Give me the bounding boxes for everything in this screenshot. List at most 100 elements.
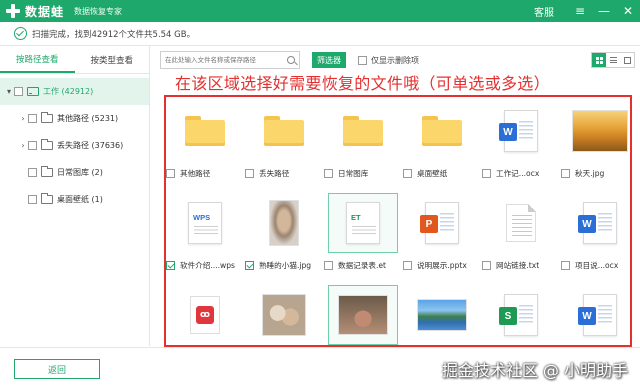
file-item[interactable] <box>245 281 323 345</box>
file-item[interactable]: P 说明展示.pptx <box>403 189 481 281</box>
file-thumbnail[interactable]: S <box>486 285 556 345</box>
file-item[interactable]: W 工作记...ocx <box>482 97 560 189</box>
file-checkbox[interactable] <box>245 261 254 270</box>
autumn-photo-image <box>572 110 628 152</box>
tree-item[interactable]: › 丢失路径 (37636) <box>0 132 149 159</box>
detail-view-button[interactable] <box>620 53 634 67</box>
logo-plus-icon <box>6 4 20 18</box>
check-circle-icon <box>14 27 27 40</box>
file-item[interactable] <box>403 281 481 345</box>
deleted-only-toggle[interactable]: 仅显示删除项 <box>358 55 419 66</box>
tree-checkbox[interactable] <box>28 195 37 204</box>
file-name: 数据记录表.et <box>338 261 387 270</box>
rabbit-photo-image <box>338 295 388 335</box>
file-checkbox[interactable] <box>166 169 175 178</box>
menu-icon[interactable]: ≡ <box>568 0 592 22</box>
tree-checkbox[interactable] <box>28 141 37 150</box>
file-item[interactable]: S <box>482 281 560 345</box>
tab-by-type[interactable]: 按类型查看 <box>75 46 150 73</box>
file-thumbnail[interactable]: WPS <box>170 193 240 253</box>
file-thumbnail[interactable] <box>249 101 319 161</box>
file-item[interactable]: 熟睡的小猫.jpg <box>245 189 323 281</box>
file-thumbnail[interactable] <box>407 285 477 345</box>
file-checkbox[interactable] <box>482 261 491 270</box>
search-input[interactable] <box>165 56 287 64</box>
file-type-badge: P <box>420 215 438 233</box>
tree-checkbox[interactable] <box>28 168 37 177</box>
file-thumbnail[interactable]: W <box>486 101 556 161</box>
file-item[interactable]: W <box>561 281 630 345</box>
tree-item-label: 其他路径 (5231) <box>57 114 119 123</box>
file-name: 说明展示.pptx <box>417 261 467 270</box>
file-item[interactable]: 丢失路径 <box>245 97 323 189</box>
file-thumbnail[interactable] <box>249 193 319 253</box>
file-checkbox[interactable] <box>482 169 491 178</box>
sidebar: 按路径查看 按类型查看 ▾ 工作 (42912) › 其他路径 (5231) › 丢失路径… <box>0 46 150 346</box>
file-thumbnail[interactable]: W <box>565 193 630 253</box>
deleted-only-checkbox[interactable] <box>358 55 367 65</box>
file-thumbnail[interactable]: P <box>407 193 477 253</box>
doc-lines <box>194 226 218 236</box>
tree-item-label: 工作 (42912) <box>43 87 94 96</box>
file-checkbox[interactable] <box>324 261 333 270</box>
file-checkbox[interactable] <box>403 169 412 178</box>
filter-button[interactable]: 筛选器 <box>312 52 346 68</box>
tree-item[interactable]: › 其他路径 (5231) <box>0 105 149 132</box>
file-type-tag: WPS <box>193 213 211 222</box>
tree-item[interactable]: 日常图库 (2) <box>0 159 149 186</box>
file-checkbox[interactable] <box>166 261 175 270</box>
expand-arrow-icon[interactable]: ▾ <box>4 87 14 96</box>
file-checkbox[interactable] <box>245 169 254 178</box>
tree-checkbox[interactable] <box>14 87 23 96</box>
file-thumbnail[interactable]: ET <box>328 193 398 253</box>
file-thumbnail[interactable] <box>565 101 630 161</box>
doc-lines <box>519 121 533 141</box>
list-view-button[interactable] <box>606 53 620 67</box>
file-checkbox[interactable] <box>561 261 570 270</box>
file-checkbox[interactable] <box>561 169 570 178</box>
file-thumbnail[interactable]: ꝏ <box>170 285 240 345</box>
file-thumbnail[interactable] <box>407 101 477 161</box>
file-thumbnail[interactable] <box>328 101 398 161</box>
file-item[interactable]: W 项目说...ocx <box>561 189 630 281</box>
expand-arrow-icon[interactable]: › <box>18 141 28 150</box>
folder-icon <box>264 116 304 146</box>
tab-by-path[interactable]: 按路径查看 <box>0 46 75 73</box>
file-item[interactable]: 桌面壁纸 <box>403 97 481 189</box>
file-item[interactable]: ꝏ <box>166 281 244 345</box>
file-thumbnail[interactable] <box>486 193 556 253</box>
folder-icon <box>343 116 383 146</box>
file-caption: 软件介绍....wps <box>166 260 244 271</box>
expand-arrow-icon[interactable]: › <box>18 114 28 123</box>
file-item[interactable]: 日常图库 <box>324 97 402 189</box>
tree-root-item[interactable]: ▾ 工作 (42912) <box>0 78 149 105</box>
file-name: 软件介绍....wps <box>180 261 236 270</box>
file-thumbnail[interactable] <box>249 285 319 345</box>
close-icon[interactable]: ✕ <box>616 0 640 22</box>
support-button[interactable]: 客服 <box>534 4 554 19</box>
file-thumbnail[interactable] <box>170 101 240 161</box>
tree-item-label: 丢失路径 (37636) <box>57 141 124 150</box>
bottom-bar: 返回 掘金技术社区 @ 小明助手 <box>0 347 640 390</box>
file-checkbox[interactable] <box>324 169 333 178</box>
tree-checkbox[interactable] <box>28 114 37 123</box>
ppt-doc-icon: P <box>420 202 459 244</box>
file-item[interactable]: 其他路径 <box>166 97 244 189</box>
file-item[interactable]: ET 数据记录表.et <box>324 189 402 281</box>
file-item[interactable]: WPS 软件介绍....wps <box>166 189 244 281</box>
tree-item[interactable]: 桌面壁纸 (1) <box>0 186 149 213</box>
file-thumbnail[interactable] <box>328 285 398 345</box>
search-box <box>160 51 300 69</box>
search-icon[interactable] <box>287 56 295 64</box>
file-checkbox[interactable] <box>403 261 412 270</box>
file-item[interactable] <box>324 281 402 345</box>
word-doc-icon: W <box>578 202 617 244</box>
folder-icon <box>422 116 462 146</box>
file-item[interactable]: 秋天.jpg <box>561 97 630 189</box>
file-thumbnail[interactable]: W <box>565 285 630 345</box>
grid-view-button[interactable] <box>592 53 606 67</box>
minimize-icon[interactable]: — <box>592 0 616 22</box>
scan-status-bar: 扫描完成，找到42912个文件共5.54 GB。 <box>0 22 640 46</box>
back-button[interactable]: 返回 <box>14 359 100 379</box>
file-item[interactable]: 网站链接.txt <box>482 189 560 281</box>
